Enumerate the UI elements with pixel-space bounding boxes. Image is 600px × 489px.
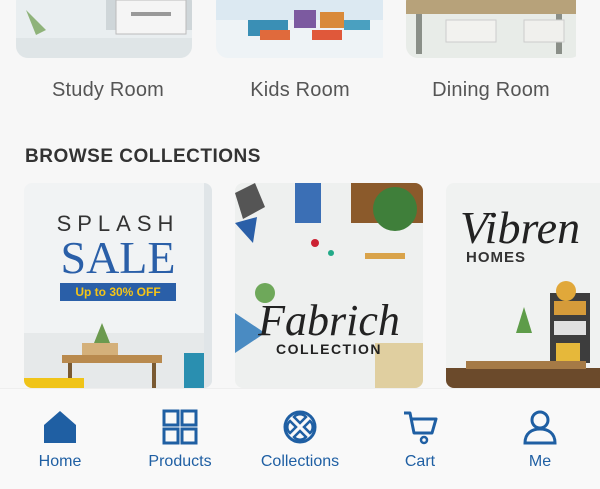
splash-line2: SALE	[60, 232, 176, 283]
fabrich-sub: COLLECTION	[276, 341, 382, 357]
room-card-dining[interactable]	[406, 0, 582, 58]
tab-me-label: Me	[528, 453, 552, 470]
splash-badge: Up to 30% OFF	[60, 283, 176, 301]
room-categories: Study Room Kids Room Dining Room	[0, 0, 600, 120]
dining-room-image	[406, 0, 576, 58]
tab-me[interactable]: Me	[480, 389, 600, 489]
vibren-script: Vibren	[460, 202, 581, 253]
tab-cart[interactable]: Cart	[360, 389, 480, 489]
room-label-kids: Kids Room	[250, 79, 350, 101]
tab-home-label: Home	[38, 453, 82, 470]
fabrich-image	[235, 183, 423, 388]
collection-card-splash-sale[interactable]: SPLASH SALE Up to 30% OFF	[24, 183, 212, 388]
tab-products[interactable]: Products	[120, 389, 240, 489]
tab-home[interactable]: Home	[0, 389, 120, 489]
collection-card-fabrich[interactable]: Fabrich COLLECTION	[235, 183, 423, 388]
home-icon	[44, 411, 76, 443]
room-label-study: Study Room	[51, 79, 165, 101]
bottom-tab-bar: Home Products Collections Cart Me	[0, 388, 600, 489]
fabrich-script: Fabrich	[258, 296, 400, 345]
kids-room-image	[216, 0, 383, 58]
grid-icon	[162, 409, 198, 445]
tab-collections[interactable]: Collections	[240, 389, 360, 489]
room-card-study[interactable]	[16, 0, 192, 58]
collections-carousel[interactable]: SPLASH SALE Up to 30% OFF Fabrich COLLEC…	[0, 183, 600, 388]
vibren-sub: HOMES	[466, 249, 527, 266]
room-card-kids[interactable]	[216, 0, 392, 58]
section-title: BROWSE COLLECTIONS	[25, 146, 261, 167]
study-room-image	[16, 0, 192, 58]
collection-card-vibren[interactable]: Vibren HOMES	[446, 183, 600, 388]
cart-icon	[404, 411, 438, 445]
tab-products-label: Products	[148, 453, 212, 470]
tab-cart-label: Cart	[404, 453, 436, 470]
collections-icon	[283, 410, 317, 444]
tab-collections-label: Collections	[260, 453, 340, 470]
user-icon	[523, 410, 557, 445]
room-label-dining: Dining Room	[432, 79, 550, 101]
